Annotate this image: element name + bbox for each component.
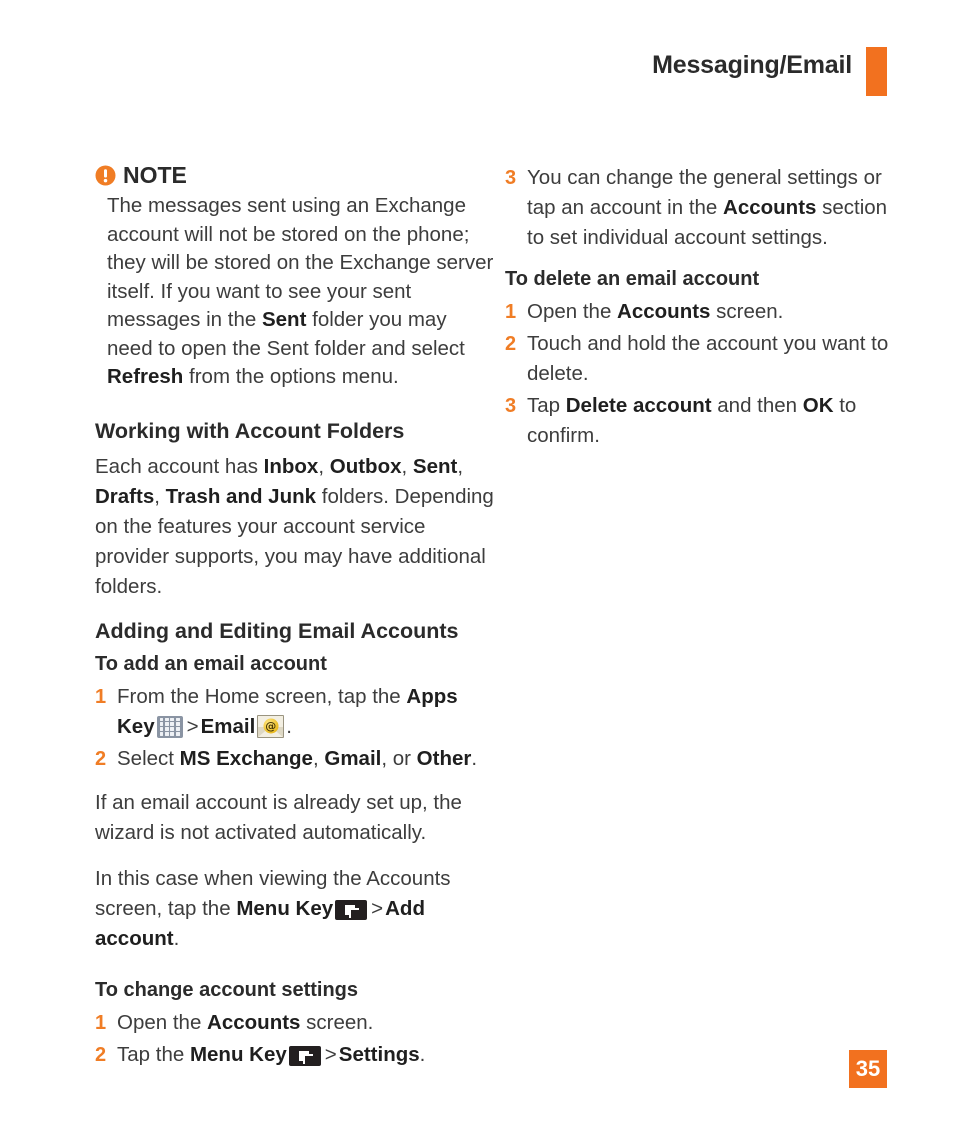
list-item: 2 Touch and hold the account you want to … — [505, 329, 905, 389]
folders-bold-drafts: Drafts — [95, 484, 155, 508]
list-item: 3 You can change the general settings or … — [505, 163, 905, 253]
note-text-3: from the options menu. — [183, 365, 399, 389]
left-column: NOTE The messages sent using an Exchange… — [95, 162, 495, 1084]
step-number: 2 — [505, 333, 517, 355]
delete-step3-bold-delete-account: Delete account — [565, 394, 712, 417]
step1-separator: > — [186, 714, 199, 738]
delete-step3-bold-ok: OK — [802, 394, 834, 417]
step-number: 1 — [95, 1011, 107, 1034]
change-step2-separator: > — [324, 1042, 337, 1066]
right-column: 3 You can change the general settings or … — [505, 163, 905, 465]
change-step2-bold-menu-key: Menu Key — [189, 1042, 287, 1066]
delete-step1-text-2: screen. — [710, 300, 784, 323]
subheading-to-add-an-email-account: To add an email account — [95, 652, 327, 675]
general-bold-accounts: Accounts — [723, 196, 817, 219]
change-step2-bold-settings: Settings — [338, 1042, 420, 1066]
step2-text-1: Select — [117, 746, 180, 770]
change-step1-bold-accounts: Accounts — [207, 1010, 301, 1034]
case-text-2: . — [173, 926, 180, 950]
header-accent-bar — [866, 47, 887, 96]
step2-text-4: . — [471, 746, 478, 770]
step2-bold-ms-exchange: MS Exchange — [179, 746, 313, 770]
note-label: NOTE — [123, 162, 187, 188]
step-number: 2 — [95, 747, 107, 770]
folders-text-5: , — [154, 484, 166, 508]
step-number: 3 — [505, 167, 517, 189]
step2-bold-other: Other — [416, 746, 472, 770]
list-item: 1 Open the Accounts screen. — [95, 1008, 495, 1038]
note-bold-sent: Sent — [261, 308, 307, 332]
menu-key-icon[interactable] — [335, 899, 368, 920]
exclamation-circle-icon — [95, 165, 116, 186]
step2-bold-gmail: Gmail — [324, 746, 382, 770]
folders-bold-inbox: Inbox — [263, 454, 319, 478]
list-item: 2 Select MS Exchange, Gmail, or Other. — [95, 744, 495, 774]
paragraph-wizard-not-activated: If an email account is already set up, t… — [95, 790, 462, 844]
step2-text-2: , — [312, 746, 325, 770]
delete-account-steps: 1 Open the Accounts screen. 2 Touch and ho… — [505, 297, 905, 451]
page-title: Messaging/Email — [652, 51, 852, 79]
general-settings-step: 3 You can change the general settings or … — [505, 163, 905, 253]
note-bold-refresh: Refresh — [107, 365, 184, 389]
subheading-to-change-account-settings: To change account settings — [95, 978, 358, 1001]
paragraph-in-this-case: In this case when viewing the Accounts s… — [95, 864, 495, 954]
step-number: 3 — [505, 395, 517, 417]
folders-bold-outbox: Outbox — [329, 454, 402, 478]
folders-text-3: , — [401, 454, 413, 478]
folders-text-2: , — [318, 454, 330, 478]
step-number: 2 — [95, 1043, 107, 1066]
note-body: The messages sent using an Exchange acco… — [95, 192, 495, 392]
step-number: 1 — [505, 301, 517, 323]
folders-bold-trash-junk: Trash and Junk — [165, 484, 317, 508]
step1-bold-email: Email — [200, 714, 256, 738]
list-item: 3 Tap Delete account and then OK to confi… — [505, 391, 905, 451]
change-settings-steps: 1 Open the Accounts screen. 2 Tap the Menu… — [95, 1008, 495, 1070]
change-step1-text-1: Open the — [117, 1010, 208, 1034]
note-heading: NOTE — [95, 162, 495, 188]
subheading-to-delete-an-email-account: To delete an email account — [505, 268, 760, 290]
change-step1-text-2: screen. — [300, 1010, 374, 1034]
delete-step1-bold-accounts: Accounts — [617, 300, 711, 323]
menu-key-icon[interactable] — [288, 1045, 321, 1066]
paragraph-account-folders: Each account has Inbox, Outbox, Sent, Dr… — [95, 452, 495, 602]
list-item: 1 From the Home screen, tap the Apps Key >… — [95, 682, 495, 742]
folders-text-1: Each account has — [95, 454, 264, 478]
email-icon[interactable]: @ — [257, 714, 285, 738]
step1-text-1: From the Home screen, tap the — [117, 684, 407, 708]
delete-step1-text-1: Open the — [527, 300, 618, 323]
page-number-badge: 35 — [849, 1050, 887, 1088]
heading-working-with-account-folders: Working with Account Folders — [95, 418, 405, 443]
folders-bold-sent: Sent — [412, 454, 458, 478]
step-number: 1 — [95, 685, 107, 708]
step1-text-2: . — [286, 714, 292, 738]
change-step2-text-1: Tap the — [117, 1042, 190, 1066]
step2-text-3: , or — [381, 746, 417, 770]
apps-key-icon[interactable] — [156, 715, 183, 738]
list-item: 2 Tap the Menu Key >Settings. — [95, 1040, 495, 1070]
list-item: 1 Open the Accounts screen. — [505, 297, 905, 327]
delete-step2-text-1: Touch and hold the account you want to d… — [527, 332, 889, 385]
heading-adding-editing-email-accounts: Adding and Editing Email Accounts — [95, 618, 459, 643]
add-account-steps: 1 From the Home screen, tap the Apps Key >… — [95, 682, 495, 774]
delete-step3-text-1: Tap — [527, 394, 566, 417]
folders-text-4: , — [457, 454, 464, 478]
page-header: Messaging/Email — [0, 47, 954, 99]
delete-step3-text-2: and then — [711, 394, 803, 417]
change-step2-text-2: . — [419, 1042, 426, 1066]
case-bold-menu-key: Menu Key — [236, 896, 334, 920]
case-separator: > — [371, 896, 384, 920]
